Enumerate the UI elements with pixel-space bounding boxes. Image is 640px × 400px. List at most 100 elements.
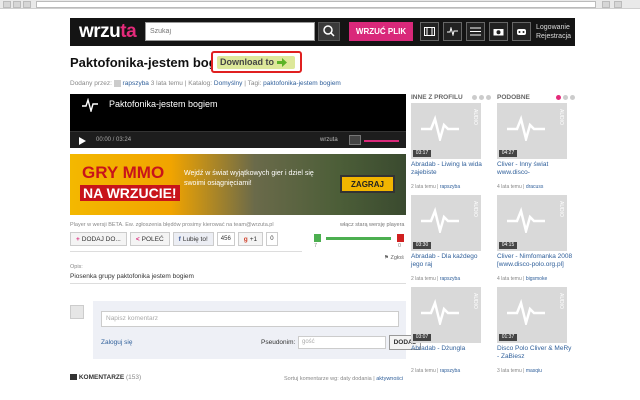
divider xyxy=(70,283,406,284)
banner-headline: GRY MMO xyxy=(82,163,165,182)
media-thumbnail[interactable]: AUDIO 03:17 xyxy=(411,103,481,159)
media-title-link[interactable]: Abradab - Dżungla xyxy=(411,345,489,353)
flag-icon: ⚑ xyxy=(384,255,389,261)
media-title-link[interactable]: Cliver - Nimfomanka 2008 [www.disco-polo… xyxy=(497,253,575,269)
play-icon[interactable] xyxy=(79,137,86,145)
ad-banner[interactable]: GRY MMO NA WRZUCIE! Wejdź w świat wyjątk… xyxy=(70,154,406,215)
media-type-label: AUDIO xyxy=(472,201,478,217)
site-logo[interactable]: wrzuta xyxy=(79,21,137,43)
user-link[interactable]: rapszyba xyxy=(440,276,460,282)
media-title-link[interactable]: Abradab - Dla każdego jego raj xyxy=(411,253,489,269)
duration-badge: 04:15 xyxy=(499,242,517,249)
recommend-button[interactable]: < POLEĆ xyxy=(129,232,170,246)
gplus-button[interactable]: g +1 xyxy=(237,232,264,246)
download-button[interactable]: Download to xyxy=(211,51,302,73)
search-icon xyxy=(323,25,335,37)
pager-dots[interactable] xyxy=(556,95,575,100)
list-icon xyxy=(470,27,481,36)
player-time: 00:00 / 03:24 xyxy=(96,137,132,143)
author-avatar-icon xyxy=(113,80,121,87)
media-type-label: AUDIO xyxy=(558,201,564,217)
description-text: Piosenka grupy paktofonika jestem bogiem xyxy=(70,273,194,280)
reload-button[interactable] xyxy=(23,1,31,8)
media-meta: 2 lata temu | rapszyba xyxy=(411,184,461,190)
beta-notice: Player w wersji BETA. Ew. zgłoszenia błę… xyxy=(70,222,274,228)
user-link[interactable]: rapszyba xyxy=(440,368,460,374)
rating-widget xyxy=(314,234,404,246)
gamepad-icon xyxy=(517,29,526,35)
banner-play-button[interactable]: ZAGRAJ xyxy=(340,175,395,193)
pager-dots[interactable] xyxy=(472,95,491,100)
audio-wave-icon xyxy=(507,299,545,325)
like-button[interactable]: f Lubię to! xyxy=(172,232,214,246)
avatar xyxy=(70,305,84,319)
sidebar-profile-heading: INNE Z PROFILU xyxy=(411,94,463,101)
pseudonim-input[interactable]: gość xyxy=(298,336,386,349)
photo-category-button[interactable] xyxy=(489,22,508,41)
media-type-label: AUDIO xyxy=(558,293,564,309)
login-link[interactable]: Zaloguj się xyxy=(101,339,132,346)
pseudonim-label: Pseudonim: xyxy=(261,339,296,346)
sort-activity-link[interactable]: aktywności xyxy=(376,376,403,382)
star-icon[interactable] xyxy=(602,1,610,8)
media-thumbnail[interactable]: AUDIO 04:27 xyxy=(497,103,567,159)
audio-wave-icon xyxy=(507,115,545,141)
search-button[interactable] xyxy=(318,22,340,41)
address-bar[interactable] xyxy=(36,1,596,8)
register-link[interactable]: Rejestracja xyxy=(536,32,571,41)
banner-text: Wejdź w świat wyjątkowych gier i dziel s… xyxy=(184,170,314,187)
login-link[interactable]: Logowanie xyxy=(536,23,571,32)
back-button[interactable] xyxy=(3,1,11,8)
comment-form: Napisz komentarz Zaloguj się Pseudonim: … xyxy=(70,301,421,359)
volume-icon[interactable] xyxy=(349,135,361,145)
upload-button[interactable]: WRZUĆ PLIK xyxy=(349,22,413,41)
video-category-button[interactable] xyxy=(420,22,439,41)
search-field[interactable] xyxy=(145,22,315,41)
media-meta: 4 lata temu | bigsmoke xyxy=(497,276,548,282)
media-meta: 4 lata temu | dracuss xyxy=(497,184,544,190)
forward-button[interactable] xyxy=(13,1,21,8)
author-link[interactable]: rapszyba xyxy=(123,80,149,87)
media-meta: 2 lata temu | rapszyba xyxy=(411,276,461,282)
media-thumbnail[interactable]: AUDIO 03:07 xyxy=(411,287,481,343)
media-title-link[interactable]: Disco Polo Cliver & MeRy - ZaBiesz xyxy=(497,345,575,361)
media-thumbnail[interactable]: AUDIO 01:37 xyxy=(497,287,567,343)
user-link[interactable]: dracuss xyxy=(526,184,544,190)
comments-count: (153) xyxy=(126,374,142,381)
user-link[interactable]: bigsmoke xyxy=(526,276,547,282)
audio-wave-icon xyxy=(421,207,459,233)
list-category-button[interactable] xyxy=(466,22,485,41)
player-title: Paktofonika-jestem bogiem xyxy=(109,99,218,109)
sidebar-similar-heading: PODOBNE xyxy=(497,94,530,101)
menu-icon[interactable] xyxy=(614,1,622,8)
games-category-button[interactable] xyxy=(512,22,531,41)
audio-category-button[interactable] xyxy=(443,22,462,41)
volume-slider[interactable] xyxy=(364,140,399,142)
add-to-button[interactable]: + DODAJ DO... xyxy=(70,232,127,246)
rating-down-count: 0 xyxy=(398,243,402,249)
report-link[interactable]: ⚑ Zgłoś xyxy=(384,255,404,261)
duration-badge: 03:17 xyxy=(413,150,431,157)
thumb-down-icon[interactable] xyxy=(397,234,404,242)
media-meta: 2 lata temu | rapszyba xyxy=(411,368,461,374)
media-thumbnail[interactable]: AUDIO 03:30 xyxy=(411,195,481,251)
description-label: Opis: xyxy=(70,264,83,270)
comment-input[interactable]: Napisz komentarz xyxy=(101,311,399,327)
divider xyxy=(70,251,302,252)
tag-link[interactable]: paktofonika-jestem bogiem xyxy=(263,80,341,87)
thumb-up-icon[interactable] xyxy=(314,234,321,242)
rating-bar-fill xyxy=(326,237,391,240)
catalog-link[interactable]: Domyślny xyxy=(214,80,243,87)
user-link[interactable]: masqiu xyxy=(526,368,542,374)
search-input[interactable] xyxy=(146,23,314,40)
user-link[interactable]: rapszyba xyxy=(440,184,460,190)
duration-badge: 04:27 xyxy=(499,150,517,157)
media-thumbnail[interactable]: AUDIO 04:15 xyxy=(497,195,567,251)
share-icon: < xyxy=(135,235,140,243)
media-title-link[interactable]: Cliver - Inny świat www.disco- xyxy=(497,161,575,177)
audio-wave-icon xyxy=(421,299,459,325)
duration-badge: 03:30 xyxy=(413,242,431,249)
media-title-link[interactable]: Abradab - Liwing la wida zajebiste xyxy=(411,161,489,177)
audio-wave-icon xyxy=(447,27,458,36)
old-player-link[interactable]: włącz starą wersję playera xyxy=(340,222,405,228)
